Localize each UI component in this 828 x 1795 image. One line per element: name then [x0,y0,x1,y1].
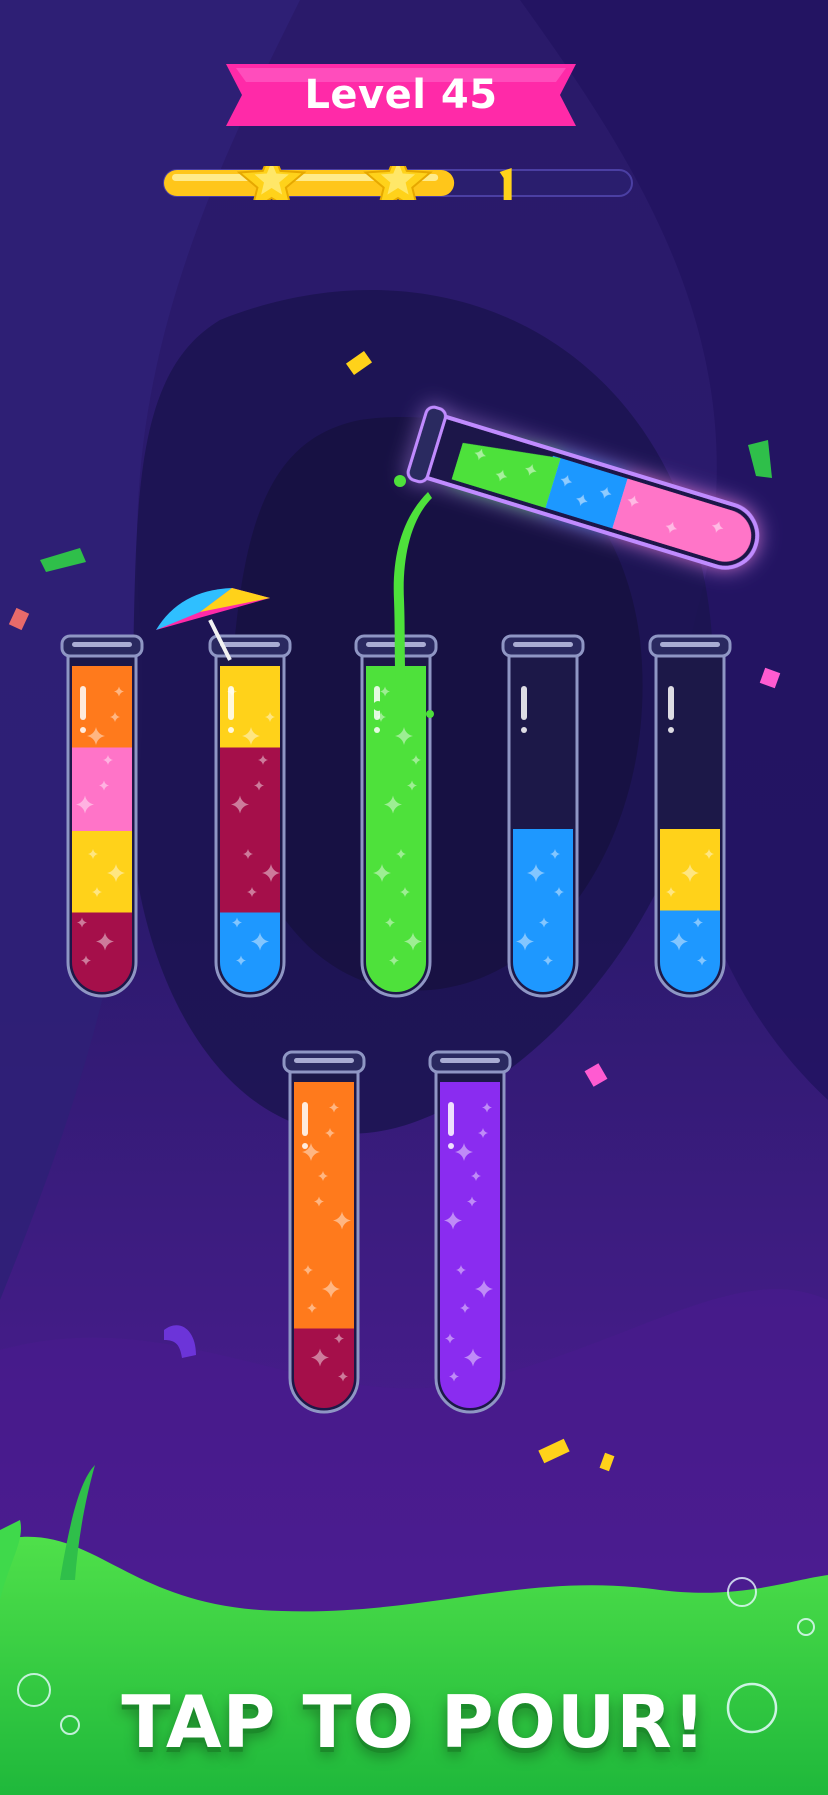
pouring-tube[interactable] [406,405,774,584]
liquid-layer-yellow [72,829,132,913]
liquid-layer-blue [513,829,573,911]
liquid-layer-orange [294,1245,354,1329]
liquid-layer-purple [440,1245,500,1329]
tube-7[interactable] [428,1050,512,1420]
tube-6[interactable] [282,1050,366,1420]
tube-5[interactable] [648,634,732,1004]
tube-1[interactable] [60,634,144,1004]
liquid-layer-purple [440,1163,500,1247]
liquid-layer-pink [72,747,132,831]
tube-rack [60,405,774,1420]
tap-to-pour-caption: TAP TO POUR! [121,1680,707,1764]
tube-2[interactable] [208,634,292,1004]
liquid-layer-green [366,829,426,913]
liquid-layer-crimson [220,747,280,831]
tube-4[interactable] [501,634,585,1004]
tube-3[interactable] [354,634,438,1004]
